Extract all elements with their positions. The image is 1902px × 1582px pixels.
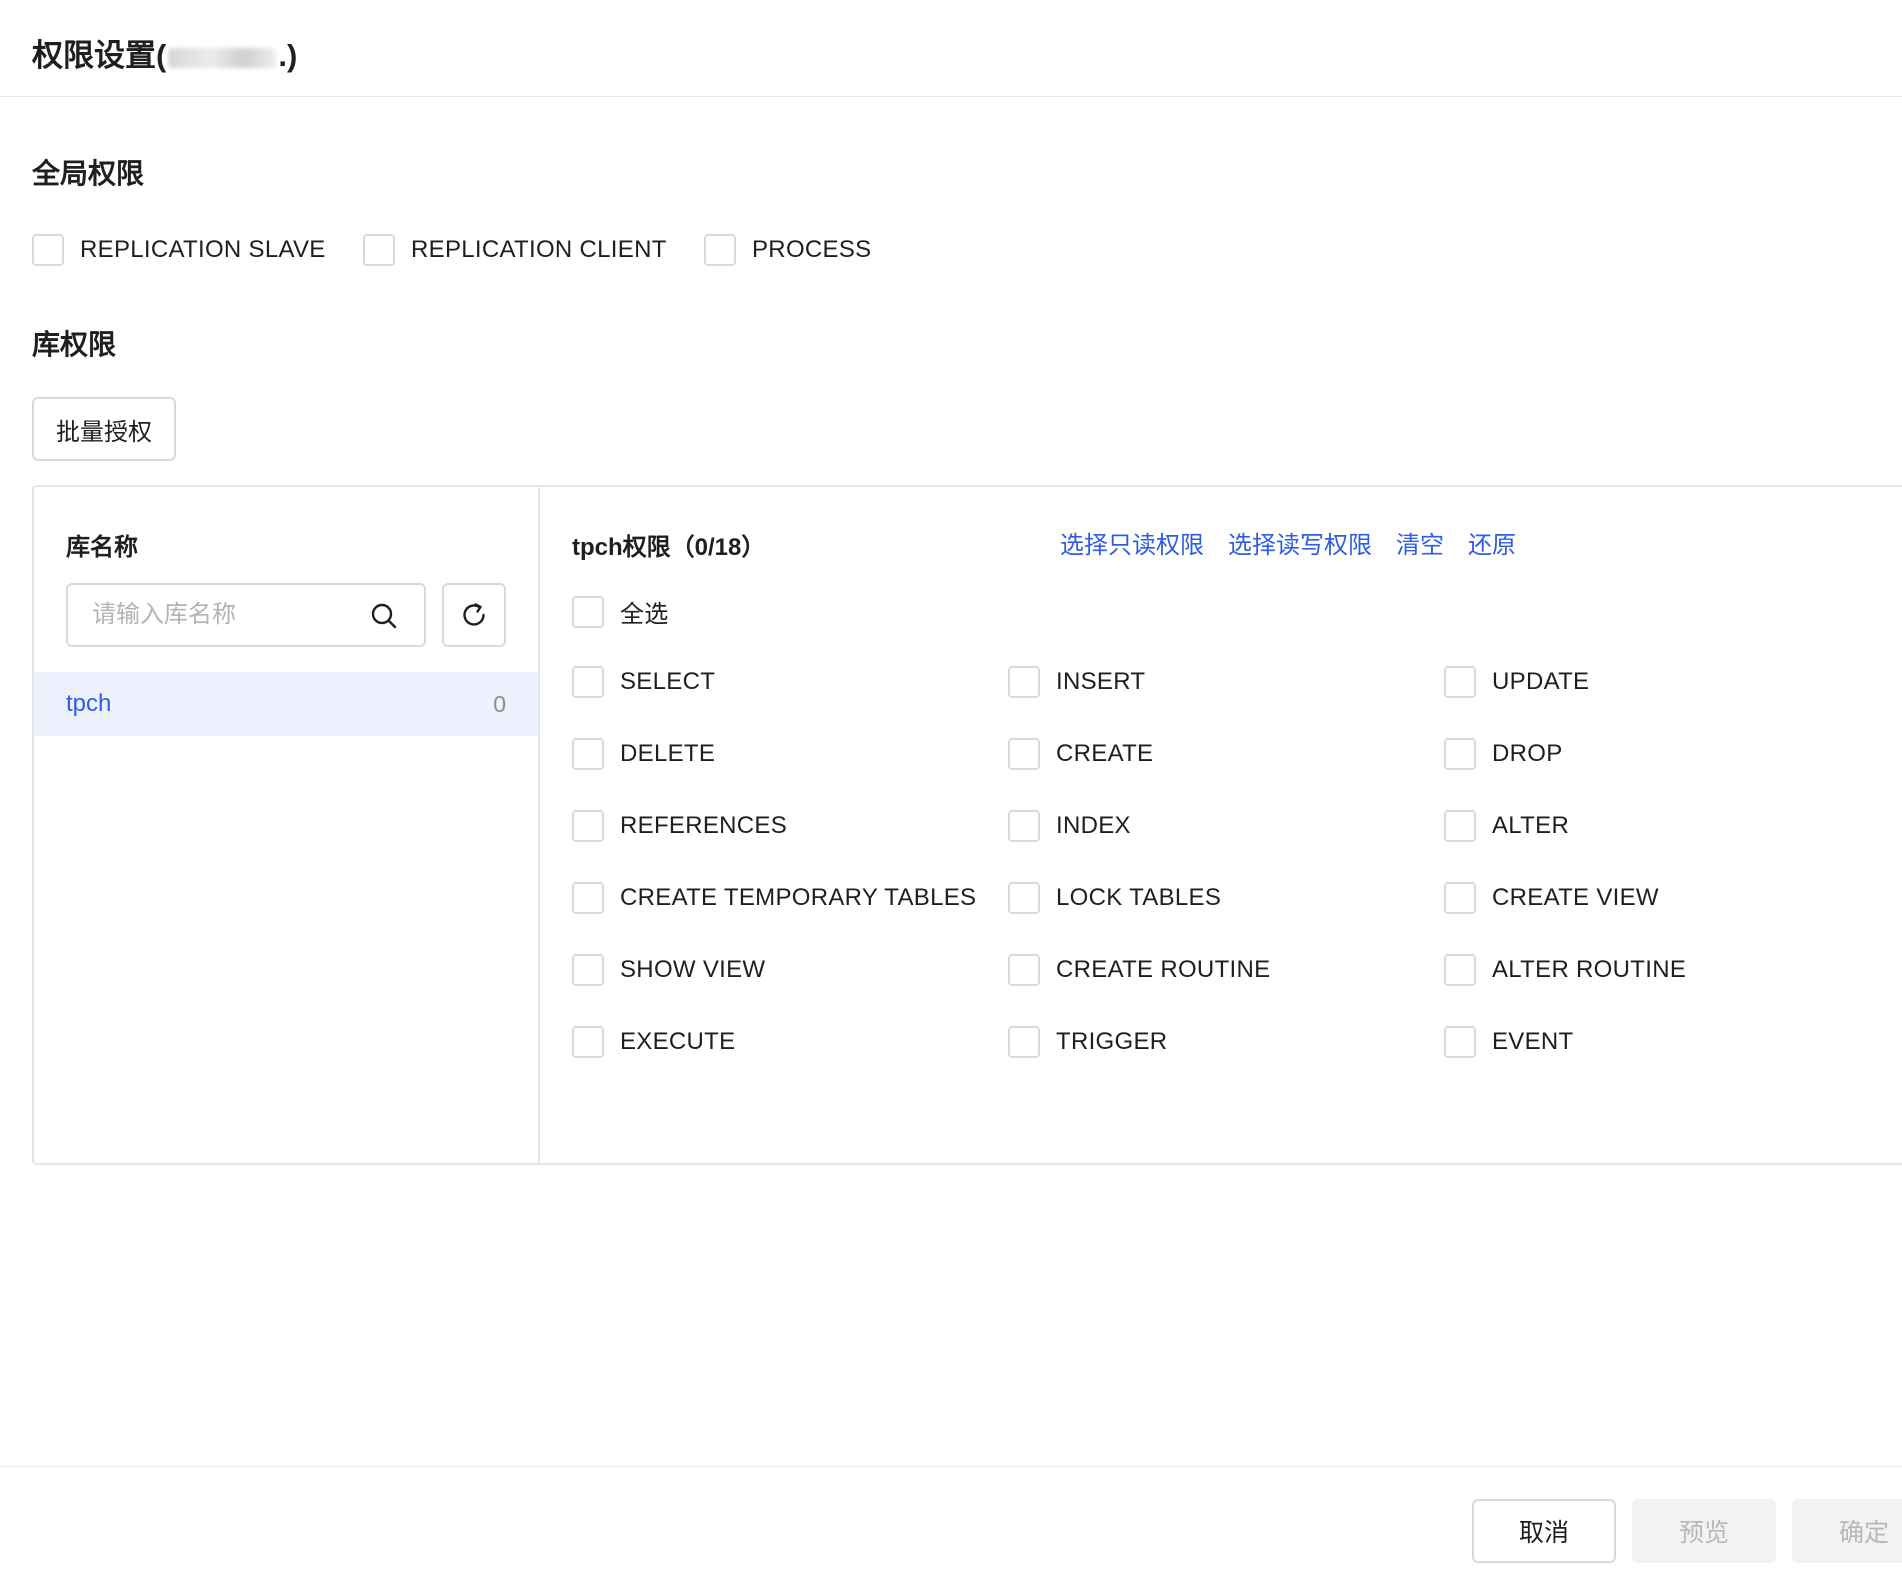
db-search-input[interactable]	[92, 597, 362, 633]
option-label: SELECT	[620, 668, 716, 695]
db-name-heading: 库名称	[66, 534, 138, 561]
select-readonly-link[interactable]: 选择只读权限	[1060, 525, 1204, 560]
privilege-option-insert[interactable]: INSERT	[1008, 666, 1145, 698]
global-option-process[interactable]: PROCESS	[704, 234, 871, 266]
option-label: ALTER	[1492, 812, 1570, 839]
option-label: LOCK TABLES	[1056, 884, 1222, 911]
global-option-replication-client[interactable]: REPLICATION CLIENT	[363, 234, 667, 266]
option-label: DELETE	[620, 740, 716, 767]
privilege-option-alter[interactable]: ALTER	[1444, 810, 1569, 842]
privilege-option-show-view[interactable]: SHOW VIEW	[572, 954, 765, 986]
refresh-button[interactable]	[442, 583, 506, 647]
option-label: INDEX	[1056, 812, 1131, 839]
batch-grant-button[interactable]: 批量授权	[32, 397, 176, 461]
select-readwrite-link[interactable]: 选择读写权限	[1228, 525, 1372, 560]
privilege-option-references[interactable]: REFERENCES	[572, 810, 787, 842]
privilege-option-trigger[interactable]: TRIGGER	[1008, 1026, 1167, 1058]
db-list-item-tpch[interactable]: tpch 0	[34, 672, 538, 736]
restore-link[interactable]: 还原	[1468, 525, 1516, 560]
privilege-option-create-temporary-tables[interactable]: CREATE TEMPORARY TABLES	[572, 882, 976, 914]
db-item-name: tpch	[66, 690, 112, 717]
database-list-pane: 库名称 tpch 0	[34, 487, 540, 1163]
title-suffix: .)	[278, 38, 298, 73]
checkbox[interactable]	[572, 954, 604, 986]
privilege-option-event[interactable]: EVENT	[1444, 1026, 1574, 1058]
privilege-option-create-routine[interactable]: CREATE ROUTINE	[1008, 954, 1270, 986]
checkbox[interactable]	[1444, 738, 1476, 770]
option-label: CREATE VIEW	[1492, 884, 1659, 911]
option-label: TRIGGER	[1056, 1028, 1168, 1055]
option-label: SHOW VIEW	[620, 956, 766, 983]
search-icon[interactable]	[370, 602, 398, 630]
db-privileges-heading: 库权限	[32, 329, 117, 360]
option-label: REPLICATION SLAVE	[80, 236, 326, 263]
global-option-replication-slave[interactable]: REPLICATION SLAVE	[32, 234, 326, 266]
privilege-option-index[interactable]: INDEX	[1008, 810, 1131, 842]
checkbox[interactable]	[572, 595, 604, 628]
checkbox[interactable]	[572, 1026, 604, 1058]
option-label: REPLICATION CLIENT	[411, 236, 667, 263]
checkbox[interactable]	[1444, 810, 1476, 842]
checkbox[interactable]	[572, 666, 604, 698]
option-label: REFERENCES	[620, 812, 788, 839]
privilege-pane-title: tpch权限（0/18）	[572, 534, 766, 561]
checkbox[interactable]	[572, 810, 604, 842]
checkbox[interactable]	[1444, 882, 1476, 914]
checkbox[interactable]	[1008, 882, 1040, 914]
dialog-header: 权限设置(.)	[0, 0, 1902, 97]
privilege-pane: tpch权限（0/18） 选择只读权限 选择读写权限 清空 还原 全选 SELE…	[540, 487, 1902, 1163]
option-label: ALTER ROUTINE	[1492, 956, 1687, 983]
checkbox[interactable]	[1444, 954, 1476, 986]
checkbox[interactable]	[1444, 666, 1476, 698]
option-label: UPDATE	[1492, 668, 1590, 695]
checkbox[interactable]	[32, 234, 64, 266]
dialog-title: 权限设置(.)	[32, 30, 297, 75]
confirm-button[interactable]: 确定	[1792, 1499, 1902, 1563]
privilege-option-select[interactable]: SELECT	[572, 666, 715, 698]
clear-link[interactable]: 清空	[1396, 525, 1444, 560]
checkbox[interactable]	[363, 234, 395, 266]
privilege-option-delete[interactable]: DELETE	[572, 738, 715, 770]
title-prefix: 权限设置(	[32, 38, 167, 73]
option-label: PROCESS	[752, 236, 872, 263]
checkbox[interactable]	[704, 234, 736, 266]
option-label: DROP	[1492, 740, 1563, 767]
option-label: INSERT	[1056, 668, 1146, 695]
checkbox[interactable]	[1008, 738, 1040, 770]
privilege-option-update[interactable]: UPDATE	[1444, 666, 1589, 698]
cancel-button[interactable]: 取消	[1472, 1499, 1616, 1563]
privilege-option-drop[interactable]: DROP	[1444, 738, 1563, 770]
privilege-option-alter-routine[interactable]: ALTER ROUTINE	[1444, 954, 1686, 986]
privilege-option-create-view[interactable]: CREATE VIEW	[1444, 882, 1659, 914]
option-label: 全选	[620, 601, 669, 628]
option-label: EXECUTE	[620, 1028, 736, 1055]
checkbox[interactable]	[1008, 810, 1040, 842]
option-label: CREATE ROUTINE	[1056, 956, 1271, 983]
db-item-count: 0	[493, 690, 506, 717]
privilege-option-lock-tables[interactable]: LOCK TABLES	[1008, 882, 1221, 914]
privilege-quick-actions: 选择只读权限 选择读写权限 清空 还原	[1060, 525, 1902, 560]
option-label: CREATE TEMPORARY TABLES	[620, 884, 977, 911]
privilege-option-execute[interactable]: EXECUTE	[572, 1026, 735, 1058]
checkbox[interactable]	[572, 738, 604, 770]
checkbox[interactable]	[572, 882, 604, 914]
dialog-footer: 取消 预览 确定	[0, 1466, 1902, 1582]
preview-button[interactable]: 预览	[1632, 1499, 1776, 1563]
checkbox[interactable]	[1444, 1026, 1476, 1058]
global-privileges-heading: 全局权限	[32, 158, 145, 189]
db-privilege-panel: 库名称 tpch 0 tpch权限（0/18） 选择只读权限 选择读写权限 清空…	[32, 485, 1902, 1165]
select-all-checkbox[interactable]: 全选	[572, 594, 669, 629]
db-search-box[interactable]	[66, 583, 426, 647]
checkbox[interactable]	[1008, 666, 1040, 698]
redacted-username	[168, 47, 277, 68]
privilege-option-create[interactable]: CREATE	[1008, 738, 1153, 770]
refresh-icon	[463, 603, 485, 626]
option-label: EVENT	[1492, 1028, 1574, 1055]
option-label: CREATE	[1056, 740, 1154, 767]
checkbox[interactable]	[1008, 954, 1040, 986]
checkbox[interactable]	[1008, 1026, 1040, 1058]
